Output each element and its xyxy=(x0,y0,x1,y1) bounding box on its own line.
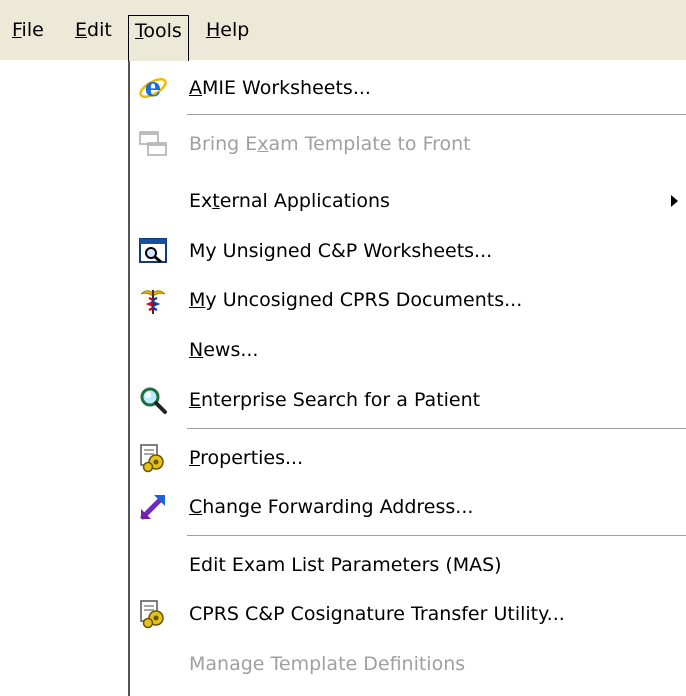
submenu-arrow-icon xyxy=(671,195,678,207)
tools-dropdown-menu: e AMIE Worksheets... Bring Exam Template… xyxy=(128,60,686,696)
menu-item-news[interactable]: News... xyxy=(130,326,686,374)
menu-item-label: News... xyxy=(189,339,259,361)
menu-item-label: AMIE Worksheets... xyxy=(189,77,371,99)
search-icon xyxy=(138,385,168,415)
menu-item-edit-exam-list-parameters[interactable]: Edit Exam List Parameters (MAS) xyxy=(130,541,686,589)
menu-item-bring-exam-template-to-front[interactable]: Bring Exam Template to Front xyxy=(130,120,686,168)
menu-item-my-uncosigned-documents[interactable]: My Uncosigned CPRS Documents... xyxy=(130,276,686,324)
menu-help-mnemonic: H xyxy=(206,19,221,41)
menu-edit-mnemonic: E xyxy=(75,19,88,41)
menu-item-properties[interactable]: Properties... xyxy=(130,434,686,482)
ie-icon: e xyxy=(138,73,168,103)
menu-item-label: Change Forwarding Address... xyxy=(189,496,474,518)
menu-item-change-forwarding-address[interactable]: Change Forwarding Address... xyxy=(130,483,686,531)
forward-arrow-icon xyxy=(138,492,168,522)
menu-item-label: Bring Exam Template to Front xyxy=(189,133,471,155)
menu-separator xyxy=(187,535,686,537)
menu-file-mnemonic: F xyxy=(12,19,22,41)
magnifier-window-icon xyxy=(138,236,168,266)
menu-item-my-unsigned-worksheets[interactable]: My Unsigned C&P Worksheets... xyxy=(130,227,686,275)
menu-item-label: My Unsigned C&P Worksheets... xyxy=(189,240,493,262)
menu-bar: File Edit Tools Help xyxy=(0,0,686,61)
menu-help[interactable]: Help xyxy=(200,15,255,46)
windows-icon xyxy=(138,129,168,159)
menu-help-label: elp xyxy=(220,19,250,41)
menu-item-label: CPRS C&P Cosignature Transfer Utility... xyxy=(189,603,565,625)
menu-item-amie-worksheets[interactable]: e AMIE Worksheets... xyxy=(130,64,686,112)
menu-file-label: ile xyxy=(21,19,44,41)
menu-item-label: Enterprise Search for a Patient xyxy=(189,389,481,411)
menu-edit[interactable]: Edit xyxy=(69,15,118,46)
menu-file[interactable]: File xyxy=(6,15,50,46)
menu-item-external-applications[interactable]: External Applications xyxy=(130,177,686,225)
caduceus-icon xyxy=(138,285,168,315)
menu-item-enterprise-search[interactable]: Enterprise Search for a Patient xyxy=(130,376,686,424)
menu-item-label: Manage Template Definitions xyxy=(189,653,466,675)
menu-item-manage-template-definitions[interactable]: Manage Template Definitions xyxy=(130,640,686,688)
menu-item-label: External Applications xyxy=(189,190,390,212)
menu-item-cosignature-transfer-utility[interactable]: CPRS C&P Cosignature Transfer Utility... xyxy=(130,590,686,638)
menu-separator xyxy=(187,428,686,430)
menu-item-label: Edit Exam List Parameters (MAS) xyxy=(189,554,502,576)
svg-text:e: e xyxy=(145,73,162,103)
menu-item-label: Properties... xyxy=(189,447,304,469)
menu-separator xyxy=(187,114,686,116)
menu-tools[interactable]: Tools xyxy=(128,15,189,61)
menu-tools-label: ools xyxy=(143,20,182,42)
properties-gear-icon xyxy=(138,599,168,629)
menu-item-label: My Uncosigned CPRS Documents... xyxy=(189,289,523,311)
properties-gear-icon xyxy=(138,443,168,473)
menu-edit-label: dit xyxy=(87,19,112,41)
